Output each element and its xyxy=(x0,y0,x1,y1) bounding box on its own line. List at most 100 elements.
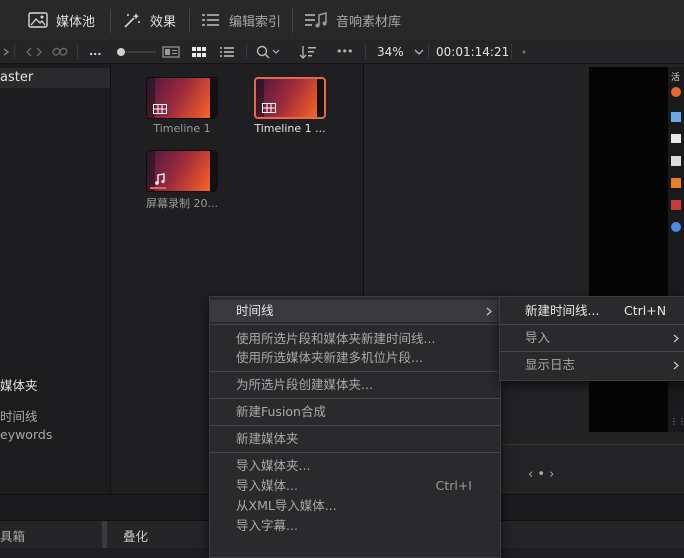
timecode-display: 00:01:14:21 xyxy=(436,40,509,63)
resolve-icon xyxy=(671,200,681,210)
toolbar-divider xyxy=(77,44,78,59)
timeline-icon xyxy=(262,103,276,113)
clip-item[interactable]: Timeline 1 xyxy=(137,77,227,135)
panel-divider xyxy=(102,521,107,548)
media-pool-label: 媒体池 xyxy=(56,14,96,30)
chevron-right-icon xyxy=(673,334,679,343)
clip-label: Timeline 1 ... xyxy=(254,122,326,135)
clip-thumbnail xyxy=(146,77,218,119)
menu-divider xyxy=(210,452,500,453)
effects-button[interactable]: 效果 xyxy=(122,0,176,40)
sound-library-label: 音响素材库 xyxy=(336,14,402,30)
list-view-icon[interactable] xyxy=(220,40,234,63)
clip-thumbnail xyxy=(254,77,326,119)
files-icon xyxy=(671,112,681,122)
toolbox-label[interactable]: 具箱 xyxy=(0,526,25,545)
menu-item-import-bin[interactable]: 导入媒体夹... xyxy=(210,456,500,476)
shortcut-label: Ctrl+N xyxy=(624,303,667,318)
music-note-icon xyxy=(155,173,165,185)
media-pool-toolbar: ... ••• 34% 00:01:14:21 xyxy=(0,40,684,64)
menu-item-new-fusion[interactable]: 新建Fusion合成 xyxy=(210,402,500,422)
bins-panel: aster 媒体夹 时间线 eywords xyxy=(0,64,111,494)
media-pool-button[interactable]: 媒体池 xyxy=(28,0,95,40)
menu-item-timeline[interactable]: 时间线 xyxy=(210,300,500,322)
chevron-right-icon xyxy=(486,307,492,316)
document-icon xyxy=(671,156,681,166)
viewer-options-icon[interactable] xyxy=(521,40,527,63)
more-menu-label: ••• xyxy=(336,45,353,58)
clip-thumbnail xyxy=(146,150,218,192)
toolbar-divider xyxy=(365,44,366,59)
writer-icon xyxy=(671,134,681,143)
toolbar-divider xyxy=(246,44,247,59)
main-toolbar: 媒体池 效果 编辑索引 音响素材库 xyxy=(0,0,684,41)
menu-divider xyxy=(210,425,500,426)
edit-index-button[interactable]: 编辑索引 xyxy=(201,0,281,40)
menu-divider xyxy=(210,398,500,399)
toolbar-divider xyxy=(14,44,15,59)
menu-divider xyxy=(210,324,500,325)
menu-item-import-subtitles[interactable]: 导入字幕... xyxy=(210,516,500,536)
menu-item-new-bin[interactable]: 新建媒体夹 xyxy=(210,429,500,449)
more-menu-button[interactable]: ••• xyxy=(336,40,353,63)
context-menu: 时间线 使用所选片段和媒体夹新建时间线... 使用所选媒体夹新建多机位片段...… xyxy=(209,296,501,558)
list-index-icon xyxy=(202,14,219,26)
thumbnail-size-slider[interactable] xyxy=(114,40,156,63)
toolbar-divider xyxy=(189,9,190,33)
master-bin[interactable]: aster xyxy=(0,68,110,88)
timeline-icon xyxy=(153,104,167,114)
sound-library-button[interactable]: 音响素材库 xyxy=(304,0,401,40)
zoom-dropdown[interactable]: 34% xyxy=(377,40,424,63)
timecode-value: 00:01:14:21 xyxy=(436,44,510,59)
search-icon[interactable] xyxy=(256,40,282,63)
submenu-item-new-timeline[interactable]: 新建时间线... Ctrl+N xyxy=(500,300,684,322)
sort-icon[interactable] xyxy=(299,40,317,63)
metadata-view-icon[interactable] xyxy=(162,40,180,63)
submenu-item-import[interactable]: 导入 xyxy=(500,327,684,349)
audio-bar xyxy=(150,187,166,189)
smart-bin-timelines[interactable]: 时间线 xyxy=(0,406,38,425)
toolbar-divider xyxy=(110,9,111,33)
clip-item[interactable]: 屏幕录制 20... xyxy=(137,150,227,211)
help-icon xyxy=(671,222,681,232)
dissolve-label[interactable]: 叠化 xyxy=(123,526,148,545)
effects-label: 效果 xyxy=(150,14,177,30)
smart-bins-title: 媒体夹 xyxy=(0,378,38,393)
smart-bin-keywords[interactable]: eywords xyxy=(0,427,52,442)
menu-divider xyxy=(210,371,500,372)
toolbar-divider xyxy=(428,44,429,59)
more-options-label: ... xyxy=(89,45,102,58)
edit-index-label: 编辑索引 xyxy=(229,14,282,30)
submenu-item-show-log[interactable]: 显示日志 xyxy=(500,354,684,376)
collapse-chevron-icon[interactable] xyxy=(2,40,10,63)
menu-item-import-media[interactable]: 导入媒体... Ctrl+I xyxy=(210,476,500,496)
clip-item-selected[interactable]: Timeline 1 ... xyxy=(245,77,335,135)
chevron-right-icon xyxy=(673,361,679,370)
menu-divider xyxy=(500,324,684,325)
side-badge: 活 xyxy=(671,73,681,83)
media-pool-icon xyxy=(28,12,48,28)
clip-label: Timeline 1 xyxy=(153,122,211,135)
code-brackets-icon[interactable] xyxy=(25,40,43,63)
software-icon xyxy=(671,178,681,188)
magic-wand-icon xyxy=(124,13,140,28)
menu-item-create-bin[interactable]: 为所选片段创建媒体夹... xyxy=(210,375,500,395)
menu-divider xyxy=(500,351,684,352)
menu-item-new-timeline-with-clips[interactable]: 使用所选片段和媒体夹新建时间线... xyxy=(210,329,500,349)
firefox-icon xyxy=(671,87,681,97)
zoom-value: 34% xyxy=(377,44,404,59)
thumbnail-view-icon[interactable] xyxy=(191,40,207,63)
shortcut-label: Ctrl+I xyxy=(435,478,472,493)
toolbar-divider xyxy=(292,9,293,33)
more-options-button[interactable]: ... xyxy=(89,40,102,63)
toolbar-divider xyxy=(511,44,512,59)
chevron-down-icon xyxy=(414,49,424,55)
unlink-icon[interactable] xyxy=(51,40,69,63)
sound-library-icon xyxy=(305,12,327,28)
master-bin-label: aster xyxy=(0,70,34,85)
menu-item-new-multicam[interactable]: 使用所选媒体夹新建多机位片段... xyxy=(210,348,500,368)
menu-item-import-xml[interactable]: 从XML导入媒体... xyxy=(210,496,500,516)
page-indicator[interactable]: ‹ • › xyxy=(528,467,554,482)
apps-grid-icon[interactable]: ⋮⋮ xyxy=(670,417,684,426)
clip-label: 屏幕录制 20... xyxy=(146,197,218,210)
